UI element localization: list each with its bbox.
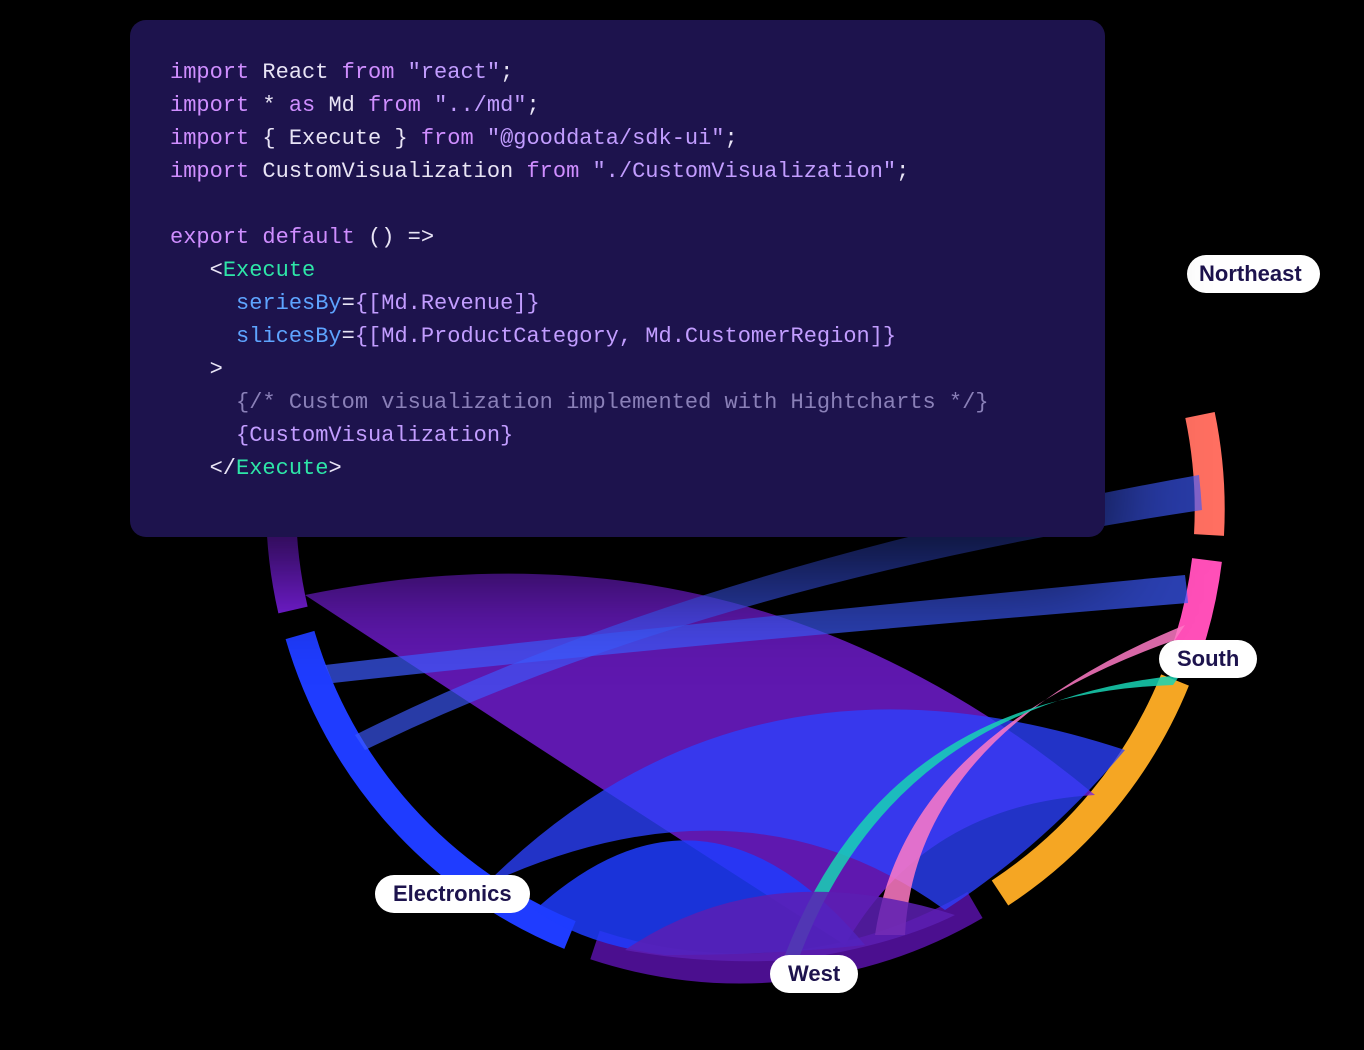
chord-label-west: West (770, 955, 858, 993)
code-line-6: export default () => (170, 221, 1065, 254)
code-line-13: </Execute> (170, 452, 1065, 485)
chord-label-electronics: Electronics (375, 875, 530, 913)
code-line-10: > (170, 353, 1065, 386)
code-line-8: seriesBy={[Md.Revenue]} (170, 287, 1065, 320)
code-line-4: import CustomVisualization from "./Custo… (170, 155, 1065, 188)
chord-label-northeast: Northeast (1187, 255, 1320, 293)
code-line-1: import React from "react"; (170, 56, 1065, 89)
code-line-5 (170, 188, 1065, 221)
code-line-11: {/* Custom visualization implemented wit… (170, 386, 1065, 419)
code-line-9: slicesBy={[Md.ProductCategory, Md.Custom… (170, 320, 1065, 353)
code-panel: import React from "react"; import * as M… (130, 20, 1105, 537)
chord-label-south: South (1159, 640, 1257, 678)
code-line-7: <Execute (170, 254, 1065, 287)
code-line-2: import * as Md from "../md"; (170, 89, 1065, 122)
code-line-3: import { Execute } from "@gooddata/sdk-u… (170, 122, 1065, 155)
code-line-12: {CustomVisualization} (170, 419, 1065, 452)
